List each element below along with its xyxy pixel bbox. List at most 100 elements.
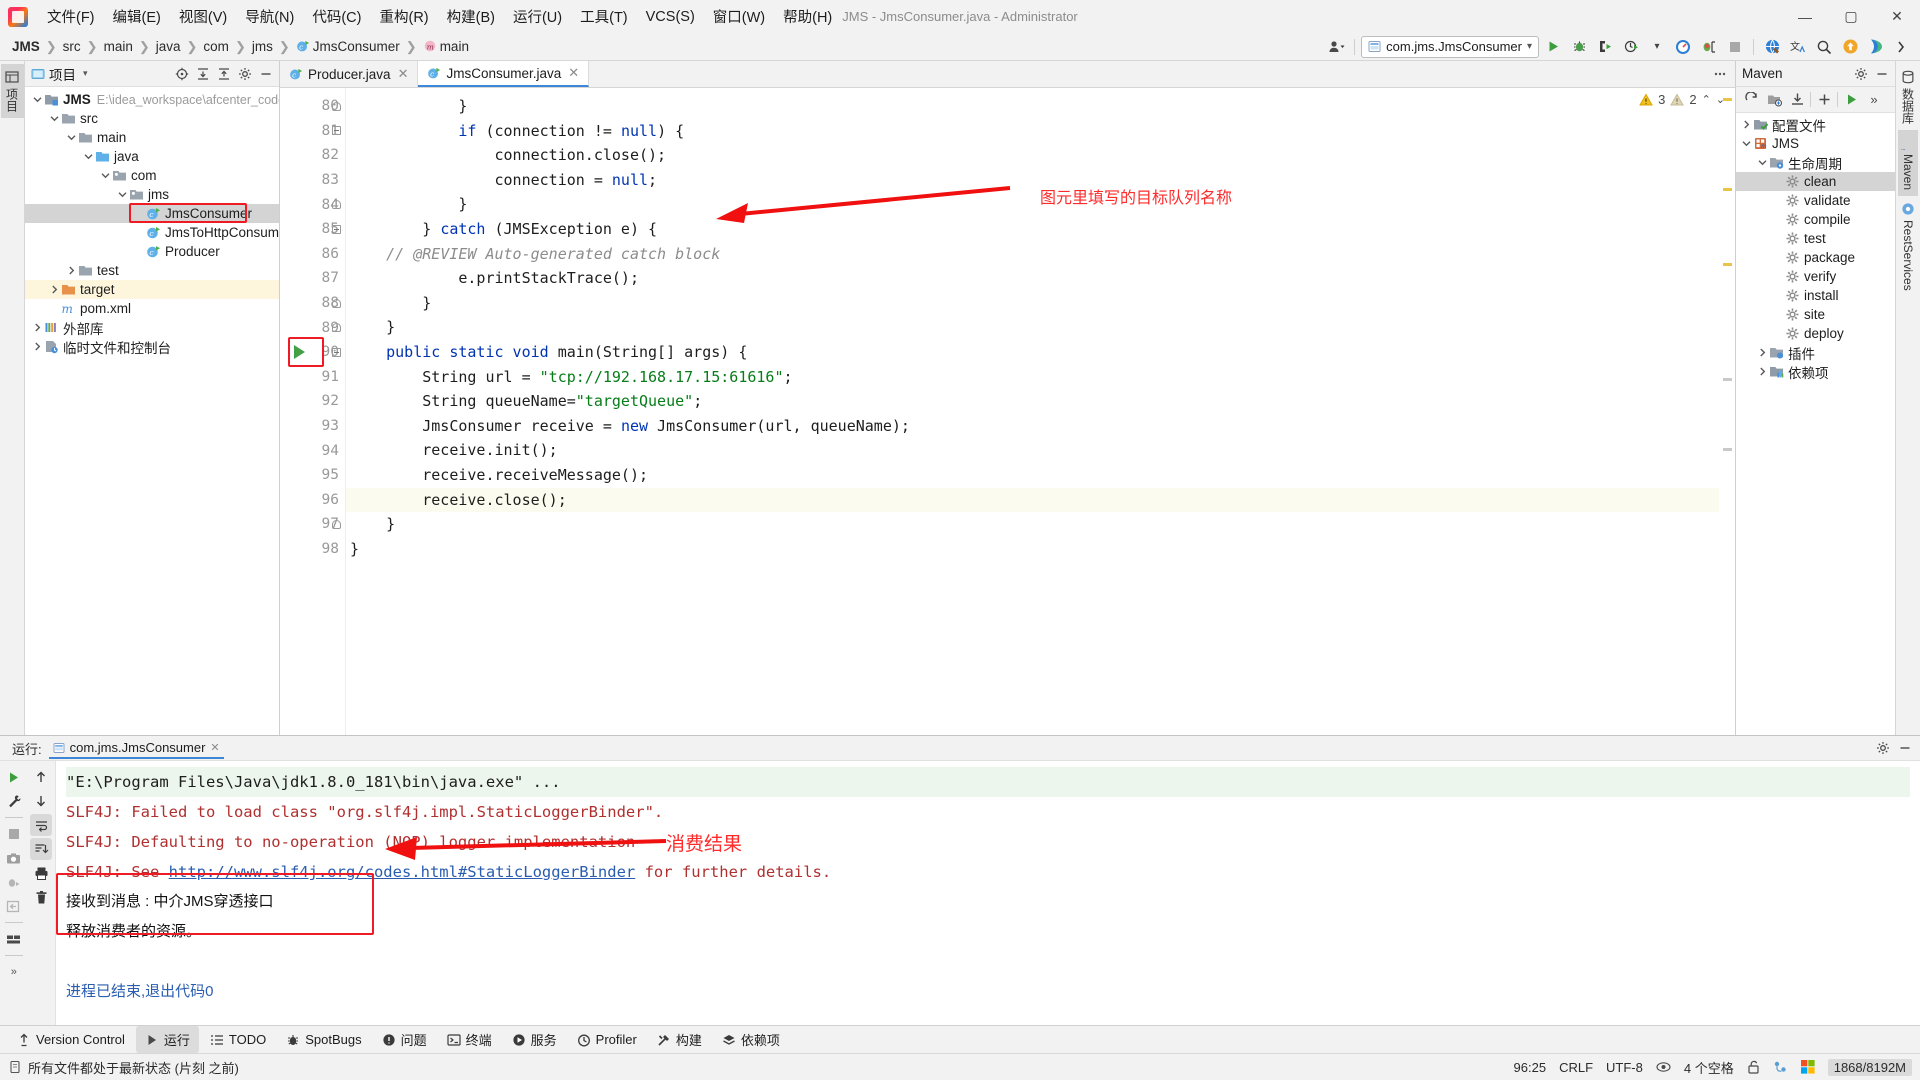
- tree-node[interactable]: test: [25, 261, 279, 280]
- menu-file[interactable]: 文件(F): [38, 2, 104, 31]
- close-button[interactable]: ✕: [1874, 0, 1920, 33]
- code-line[interactable]: e.printStackTrace();: [346, 266, 1719, 291]
- tree-node[interactable]: 临时文件和控制台: [25, 337, 279, 356]
- debug-button[interactable]: [1567, 36, 1591, 58]
- maximize-button[interactable]: ▢: [1828, 0, 1874, 33]
- tree-node[interactable]: 外部库: [25, 318, 279, 337]
- git-branch-icon[interactable]: [1773, 1060, 1788, 1074]
- clear-all-icon[interactable]: [30, 886, 52, 908]
- hide-panel-icon[interactable]: [1895, 739, 1914, 758]
- prev-problem-icon[interactable]: ⌃: [1702, 93, 1711, 106]
- snapshot-icon[interactable]: [3, 847, 25, 869]
- menu-vcs[interactable]: VCS(S): [637, 5, 704, 29]
- indent-setting[interactable]: 4 个空格: [1684, 1058, 1734, 1077]
- cursor-position[interactable]: 96:25: [1514, 1060, 1547, 1075]
- add-maven-project-icon[interactable]: [1764, 90, 1784, 110]
- gear-icon[interactable]: [235, 64, 254, 83]
- tree-node[interactable]: jms: [25, 185, 279, 204]
- tree-twisty-expanded[interactable]: [65, 131, 78, 144]
- scroll-to-end-icon[interactable]: [30, 838, 52, 860]
- menu-help[interactable]: 帮助(H): [774, 2, 841, 31]
- more-actions-icon[interactable]: [1890, 36, 1914, 58]
- vtab-project[interactable]: 项目: [1, 64, 24, 118]
- rerun-button[interactable]: [3, 766, 25, 788]
- maven-tree-node[interactable]: clean: [1736, 172, 1895, 191]
- inspection-widget[interactable]: 3 2 ⌃ ⌄: [1639, 92, 1725, 107]
- fold-toggle[interactable]: [326, 512, 346, 537]
- tree-twisty-expanded[interactable]: [82, 150, 95, 163]
- tooltab-run[interactable]: 运行: [136, 1026, 199, 1053]
- code-line[interactable]: }: [346, 291, 1719, 316]
- tree-twisty-collapsed[interactable]: [1756, 365, 1769, 378]
- reload-projects-icon[interactable]: [1741, 90, 1761, 110]
- stop-button[interactable]: [1723, 36, 1747, 58]
- maven-tree-node[interactable]: verify: [1736, 267, 1895, 286]
- tooltab-services[interactable]: 服务: [503, 1026, 566, 1053]
- layout-settings-icon[interactable]: [3, 928, 25, 950]
- editor-tabs-more-icon[interactable]: [1713, 61, 1735, 87]
- profile-button[interactable]: [1619, 36, 1643, 58]
- maven-tree-node[interactable]: package: [1736, 248, 1895, 267]
- tree-node[interactable]: m pom.xml: [25, 299, 279, 318]
- tree-node[interactable]: c JmsConsumer: [25, 204, 279, 223]
- fold-toggle[interactable]: [326, 315, 346, 340]
- hide-panel-icon[interactable]: [1872, 64, 1891, 83]
- code-line[interactable]: receive.init();: [346, 438, 1719, 463]
- editor-tab-jmsconsumer[interactable]: c JmsConsumer.java ✕: [418, 61, 589, 87]
- play-color-icon[interactable]: [1864, 36, 1888, 58]
- tree-twisty-expanded[interactable]: [1740, 137, 1753, 150]
- maven-tree-node[interactable]: deploy: [1736, 324, 1895, 343]
- tooltab-dependencies[interactable]: 依赖项: [713, 1026, 789, 1053]
- tree-twisty-expanded[interactable]: [99, 169, 112, 182]
- tree-node[interactable]: com: [25, 166, 279, 185]
- more-maven-actions-icon[interactable]: »: [1864, 90, 1884, 110]
- run-configuration-selector[interactable]: com.jms.JmsConsumer ▾: [1361, 36, 1539, 58]
- fold-toggle[interactable]: [326, 217, 346, 242]
- breadcrumb-item-main[interactable]: main: [100, 39, 137, 54]
- tooltab-terminal[interactable]: 终端: [438, 1026, 501, 1053]
- code-line[interactable]: }: [346, 315, 1719, 340]
- tree-twisty-collapsed[interactable]: [31, 340, 44, 353]
- stop-debug-icon[interactable]: [1697, 36, 1721, 58]
- tree-twisty-collapsed[interactable]: [1740, 118, 1753, 131]
- project-panel-caret[interactable]: ▾: [83, 68, 88, 79]
- unlock-icon[interactable]: [1747, 1060, 1760, 1074]
- fold-toggle[interactable]: [326, 192, 346, 217]
- inspection-eye-icon[interactable]: [1656, 1061, 1671, 1073]
- maven-tree-node[interactable]: 依赖项: [1736, 362, 1895, 381]
- maven-tree-node[interactable]: 插件: [1736, 343, 1895, 362]
- breadcrumb-item-java[interactable]: java: [152, 39, 185, 54]
- tree-twisty-collapsed[interactable]: [31, 321, 44, 334]
- code-line[interactable]: connection = null;: [346, 168, 1719, 193]
- console-output[interactable]: "E:\Program Files\Java\jdk1.8.0_181\bin\…: [56, 761, 1920, 1025]
- fold-toggle[interactable]: [326, 119, 346, 144]
- maven-tree-node[interactable]: site: [1736, 305, 1895, 324]
- maven-tree-node[interactable]: 配置文件: [1736, 115, 1895, 134]
- code-line[interactable]: if (connection != null) {: [346, 119, 1719, 144]
- code-line[interactable]: }: [346, 192, 1719, 217]
- line-separator[interactable]: CRLF: [1559, 1060, 1593, 1075]
- tree-node[interactable]: src: [25, 109, 279, 128]
- tree-node[interactable]: java: [25, 147, 279, 166]
- tooltab-problems[interactable]: 问题: [373, 1026, 436, 1053]
- maven-tree-node[interactable]: compile: [1736, 210, 1895, 229]
- fold-toggle[interactable]: [326, 340, 346, 365]
- edit-configuration-icon[interactable]: [3, 790, 25, 812]
- close-icon[interactable]: ✕: [210, 741, 219, 754]
- maven-tree-node[interactable]: m JMS: [1736, 134, 1895, 153]
- code-line[interactable]: }: [346, 512, 1719, 537]
- menu-code[interactable]: 代码(C): [303, 2, 370, 31]
- file-encoding[interactable]: UTF-8: [1606, 1060, 1643, 1075]
- collapse-all-icon[interactable]: [214, 64, 233, 83]
- soft-wrap-icon[interactable]: [30, 814, 52, 836]
- expand-toolbar-icon[interactable]: »: [3, 961, 25, 983]
- memory-indicator[interactable]: 1868/8192M: [1828, 1059, 1912, 1076]
- run-button[interactable]: [1541, 36, 1565, 58]
- code-line[interactable]: // @REVIEW Auto-generated catch block: [346, 242, 1719, 267]
- menu-refactor[interactable]: 重构(R): [370, 2, 437, 31]
- tree-node[interactable]: c JmsToHttpConsumer: [25, 223, 279, 242]
- run-with-coverage-button[interactable]: [1593, 36, 1617, 58]
- code-line[interactable]: JmsConsumer receive = new JmsConsumer(ur…: [346, 414, 1719, 439]
- tree-node[interactable]: main: [25, 128, 279, 147]
- editor-tab-producer[interactable]: c Producer.java ✕: [280, 61, 418, 87]
